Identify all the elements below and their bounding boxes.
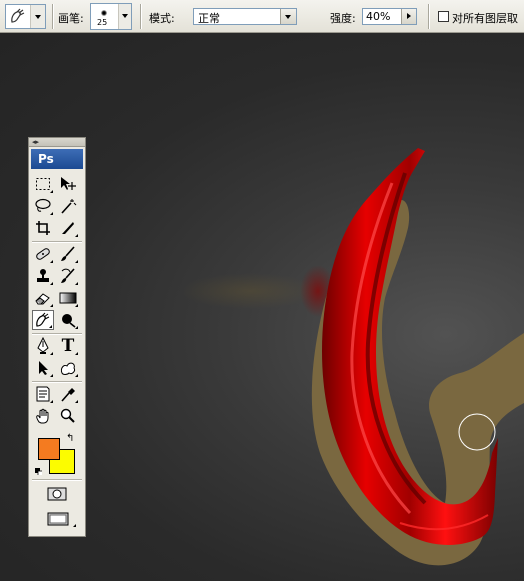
move-icon — [61, 177, 76, 190]
hand-icon — [36, 408, 49, 424]
eyedropper-tool[interactable] — [57, 384, 79, 404]
swap-colors-icon[interactable]: ↰ — [66, 434, 74, 444]
brush-label: 画笔: — [58, 12, 84, 25]
strength-label: 强度: — [330, 12, 356, 25]
hand-tool[interactable] — [32, 406, 54, 426]
brush-picker[interactable]: 25 — [90, 3, 132, 30]
magic-wand-tool[interactable] — [57, 196, 79, 216]
ps-logo[interactable]: Ps — [31, 149, 83, 169]
marquee-icon — [36, 178, 50, 190]
notes-tool[interactable] — [32, 384, 54, 404]
crop-tool[interactable] — [32, 218, 54, 238]
smudge-tool[interactable] — [32, 310, 54, 330]
sample-all-layers-label: 对所有图层取 — [452, 12, 518, 25]
type-tool[interactable]: T — [57, 336, 79, 356]
quick-mask-button[interactable] — [46, 485, 68, 503]
screen-mode-button[interactable] — [46, 510, 76, 528]
strength-input[interactable]: 40% — [362, 8, 417, 25]
move-tool[interactable] — [57, 174, 79, 194]
magic-wand-icon — [61, 199, 77, 214]
pen-tool[interactable] — [32, 336, 54, 356]
sample-all-layers-checkbox[interactable] — [438, 11, 449, 22]
arrow-pointer-icon — [39, 361, 48, 375]
gradient-tool[interactable] — [57, 288, 79, 308]
healing-brush-tool[interactable] — [32, 244, 54, 264]
brush-dropdown[interactable] — [118, 4, 131, 29]
brush-tip-preview — [101, 10, 107, 16]
mode-select[interactable]: 正常 — [193, 8, 297, 25]
tool-preset-dropdown[interactable] — [30, 5, 45, 28]
type-glyph: T — [61, 336, 75, 356]
mode-dropdown-button[interactable] — [280, 9, 296, 24]
tool-preset-picker[interactable] — [5, 4, 46, 29]
options-bar: 画笔: 25 模式: 正常 强度: 40% 对所有图层取 — [0, 0, 524, 33]
rectangular-marquee-tool[interactable] — [32, 174, 54, 194]
eraser-tool[interactable] — [32, 288, 54, 308]
zoom-tool[interactable] — [57, 406, 79, 426]
foreground-color-swatch[interactable] — [38, 438, 60, 460]
strength-value: 40% — [366, 10, 391, 23]
toolbox-grip[interactable]: ◂▸ — [29, 138, 85, 147]
slice-tool[interactable] — [57, 218, 79, 238]
smudge-haze — [180, 273, 320, 309]
strength-slider-button[interactable] — [401, 9, 416, 24]
magnifier-icon — [60, 408, 75, 423]
screen-mode-icon — [47, 512, 69, 526]
quick-mask-icon — [47, 487, 67, 501]
path-selection-tool[interactable] — [32, 358, 54, 378]
default-colors-icon[interactable] — [35, 468, 42, 475]
custom-shape-tool[interactable] — [57, 358, 79, 378]
brush-tool[interactable] — [57, 244, 79, 264]
note-icon — [36, 386, 50, 402]
dodge-tool[interactable] — [57, 310, 79, 330]
toolbox-panel: ◂▸ Ps T ↰ — [28, 137, 86, 537]
lasso-tool[interactable] — [32, 196, 54, 216]
mode-value: 正常 — [198, 12, 220, 25]
brush-size: 25 — [97, 18, 108, 27]
clone-stamp-tool[interactable] — [32, 266, 54, 286]
smudge-finger-icon — [11, 8, 25, 23]
mode-label: 模式: — [149, 12, 175, 25]
history-brush-tool[interactable] — [57, 266, 79, 286]
crop-icon — [36, 221, 50, 235]
